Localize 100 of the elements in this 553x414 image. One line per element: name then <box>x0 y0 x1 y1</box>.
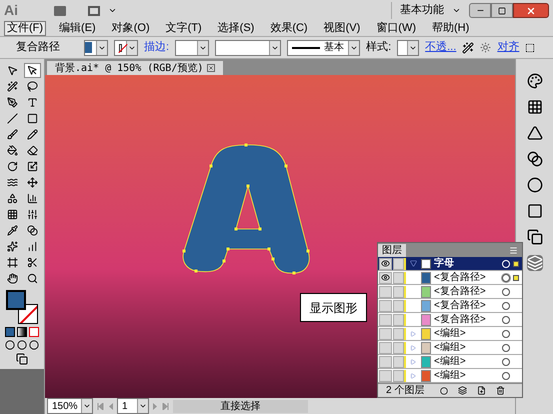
lock-toggle[interactable] <box>393 328 404 340</box>
visibility-toggle[interactable] <box>379 356 392 368</box>
stroke-weight-dropdown[interactable] <box>175 40 210 56</box>
layer-row[interactable]: <复合路径> <box>378 285 522 299</box>
layer-row[interactable]: <编组> <box>378 327 522 341</box>
expand-icon[interactable] <box>410 358 416 364</box>
workspace-switcher[interactable]: 基本功能 <box>391 2 444 19</box>
fill-stroke-swatches[interactable] <box>6 290 38 324</box>
zoom-dropdown[interactable]: 150% <box>47 398 93 414</box>
sun-icon[interactable] <box>480 42 492 53</box>
close-button[interactable] <box>513 3 549 18</box>
expand-icon[interactable] <box>410 372 416 378</box>
lock-toggle[interactable] <box>393 342 404 354</box>
menu-item[interactable]: 帮助(H) <box>429 21 472 36</box>
caret-icon[interactable] <box>452 6 461 15</box>
visibility-toggle[interactable] <box>379 314 392 326</box>
lock-toggle[interactable] <box>393 286 404 298</box>
menu-item[interactable]: 窗口(W) <box>373 21 419 36</box>
style-label: 样式: <box>366 40 392 56</box>
new-layer-icon[interactable] <box>477 386 486 395</box>
lock-toggle[interactable] <box>393 300 404 312</box>
fill-swatch-dropdown[interactable] <box>84 40 108 56</box>
menu-item[interactable]: 文件(F) <box>4 21 46 36</box>
color-panel-icon[interactable] <box>526 73 542 89</box>
menu-item[interactable]: 文字(T) <box>162 21 205 36</box>
expand-icon[interactable] <box>410 330 416 336</box>
layout-icon[interactable] <box>88 6 100 16</box>
layer-name: <复合路径> <box>434 271 487 285</box>
page-value: 1 <box>122 400 128 414</box>
layer-row[interactable]: 字母 <box>378 257 522 271</box>
maximize-icon <box>498 6 506 14</box>
visibility-toggle[interactable] <box>379 370 392 382</box>
swatches-panel-icon[interactable] <box>526 99 542 115</box>
stroke-link[interactable]: 描边: <box>144 39 170 56</box>
layer-row[interactable]: <编组> <box>378 369 522 383</box>
layer-name: <复合路径> <box>434 299 487 313</box>
lock-toggle[interactable] <box>393 272 404 284</box>
lock-toggle[interactable] <box>393 356 404 368</box>
stroke-swatch-dropdown[interactable] <box>114 40 138 56</box>
lock-toggle[interactable] <box>393 258 404 270</box>
menu-item[interactable]: 选择(S) <box>214 21 258 36</box>
visibility-toggle[interactable] <box>379 342 392 354</box>
lock-toggle[interactable] <box>393 370 404 382</box>
lock-toggle[interactable] <box>393 314 404 326</box>
recolor-icon[interactable] <box>462 42 474 54</box>
variable-width-dropdown[interactable] <box>215 40 282 56</box>
menu-item[interactable]: 视图(V) <box>320 21 364 36</box>
caret-icon[interactable] <box>108 6 117 15</box>
layers-panel-icon[interactable] <box>526 255 542 271</box>
app-logo: Ai <box>4 1 19 20</box>
expand-icon[interactable] <box>410 260 417 267</box>
delete-icon[interactable] <box>496 386 506 395</box>
panel-tab[interactable]: 图层 <box>378 244 406 257</box>
layer-name: <编组> <box>434 368 467 383</box>
visibility-toggle[interactable] <box>379 258 392 270</box>
brush-name: 基本 <box>324 40 344 55</box>
layer-name: <编组> <box>434 354 467 369</box>
artboards-panel-icon[interactable] <box>526 229 542 245</box>
opacity-link[interactable]: 不透... <box>425 39 456 56</box>
menu-item[interactable]: 效果(C) <box>267 21 311 36</box>
align-link[interactable]: 对齐 <box>497 39 520 56</box>
layer-count: 2 个图层 <box>386 384 424 398</box>
layer-name: <复合路径> <box>434 285 487 299</box>
menu-item[interactable]: 对象(O) <box>108 21 153 36</box>
gradient-mode-icon[interactable] <box>17 327 27 337</box>
expand-icon[interactable] <box>410 344 416 350</box>
transform-icon[interactable] <box>525 42 536 52</box>
callout-box: 显示图形 <box>300 293 367 322</box>
visibility-toggle[interactable] <box>379 328 392 340</box>
layer-row[interactable]: <复合路径> <box>378 313 522 327</box>
layer-name: <编组> <box>434 326 467 341</box>
status-field[interactable]: 直接选择 <box>173 400 308 412</box>
visibility-toggle[interactable] <box>379 272 392 284</box>
document-title: 背景.ai* @ 150% (RGB/预览) <box>55 62 204 76</box>
layer-row[interactable]: <复合路径> <box>378 271 522 285</box>
selection-indicator[interactable] <box>513 274 519 280</box>
caret-icon <box>139 402 147 410</box>
none-mode-icon[interactable] <box>29 327 39 337</box>
direct-tool-icon[interactable] <box>24 63 40 78</box>
close-icon[interactable] <box>207 64 216 72</box>
layer-row[interactable]: <编组> <box>378 355 522 369</box>
layer-row[interactable]: <复合路径> <box>378 299 522 313</box>
page-dropdown[interactable]: 1 <box>117 398 149 414</box>
menu-item[interactable]: 编辑(E) <box>56 21 99 36</box>
sublayer-icon[interactable] <box>458 386 468 395</box>
visibility-toggle[interactable] <box>379 300 392 312</box>
panel-menu-icon[interactable] <box>509 246 518 255</box>
visibility-toggle[interactable] <box>379 286 392 298</box>
screen-mode-icon[interactable] <box>16 353 28 365</box>
zoom-value: 150% <box>52 400 78 414</box>
layer-thumbnail <box>421 258 431 268</box>
style-dropdown[interactable] <box>397 40 420 56</box>
layer-name: <编组> <box>434 340 467 355</box>
document-tab[interactable]: 背景.ai* @ 150% (RGB/预览) <box>47 61 224 75</box>
brush-dropdown[interactable]: 基本 <box>287 40 360 56</box>
selection-indicator[interactable] <box>513 260 519 266</box>
color-mode-icon[interactable] <box>5 327 15 337</box>
layer-row[interactable]: <编组> <box>378 341 522 355</box>
layer-name: <复合路径> <box>434 313 487 327</box>
maximize-button[interactable] <box>491 3 513 18</box>
